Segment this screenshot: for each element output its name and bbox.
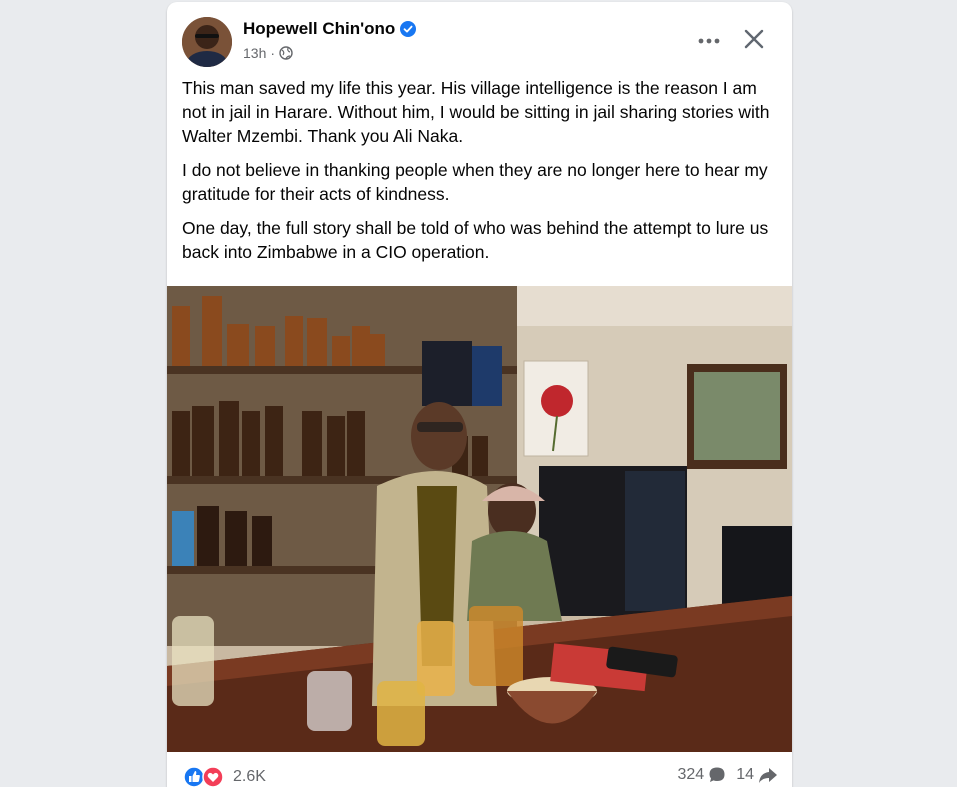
post-meta: 13h · <box>243 45 293 61</box>
share-icon <box>759 768 777 783</box>
engagement-stats: 324 14 <box>678 766 779 784</box>
reaction-count[interactable]: 2.6K <box>233 768 266 786</box>
comment-icon <box>709 767 725 782</box>
post-card: Hopewell Chin'ono 13h · This man saved m… <box>167 2 792 787</box>
comment-count: 324 <box>677 766 705 783</box>
comment-stat[interactable]: 324 <box>678 766 727 784</box>
post-body: This man saved my life this year. His vi… <box>182 76 777 274</box>
author-name[interactable]: Hopewell Chin'ono <box>243 19 395 39</box>
post-photo[interactable] <box>167 286 792 752</box>
reaction-icons <box>183 766 227 787</box>
share-count: 14 <box>736 766 754 783</box>
author-avatar[interactable] <box>182 17 232 67</box>
close-button[interactable] <box>737 24 771 58</box>
post-paragraph: One day, the full story shall be told of… <box>182 218 769 262</box>
more-horizontal-icon <box>698 31 720 49</box>
verified-badge-icon <box>400 21 417 37</box>
more-options-button[interactable] <box>693 26 725 54</box>
reactions-summary[interactable]: 2.6K <box>183 766 266 787</box>
post-paragraph: I do not believe in thanking people when… <box>182 160 768 204</box>
author-name-row: Hopewell Chin'ono <box>243 19 417 39</box>
close-icon <box>744 29 764 54</box>
post-paragraph: This man saved my life this year. His vi… <box>182 78 770 146</box>
post-footer: 2.6K 324 14 <box>167 762 792 787</box>
globe-icon <box>279 46 293 60</box>
meta-separator: · <box>270 45 276 61</box>
share-stat[interactable]: 14 <box>736 766 778 784</box>
like-icon <box>183 766 224 787</box>
post-timestamp[interactable]: 13h <box>243 45 266 61</box>
post-header: Hopewell Chin'ono 13h · <box>167 2 792 72</box>
